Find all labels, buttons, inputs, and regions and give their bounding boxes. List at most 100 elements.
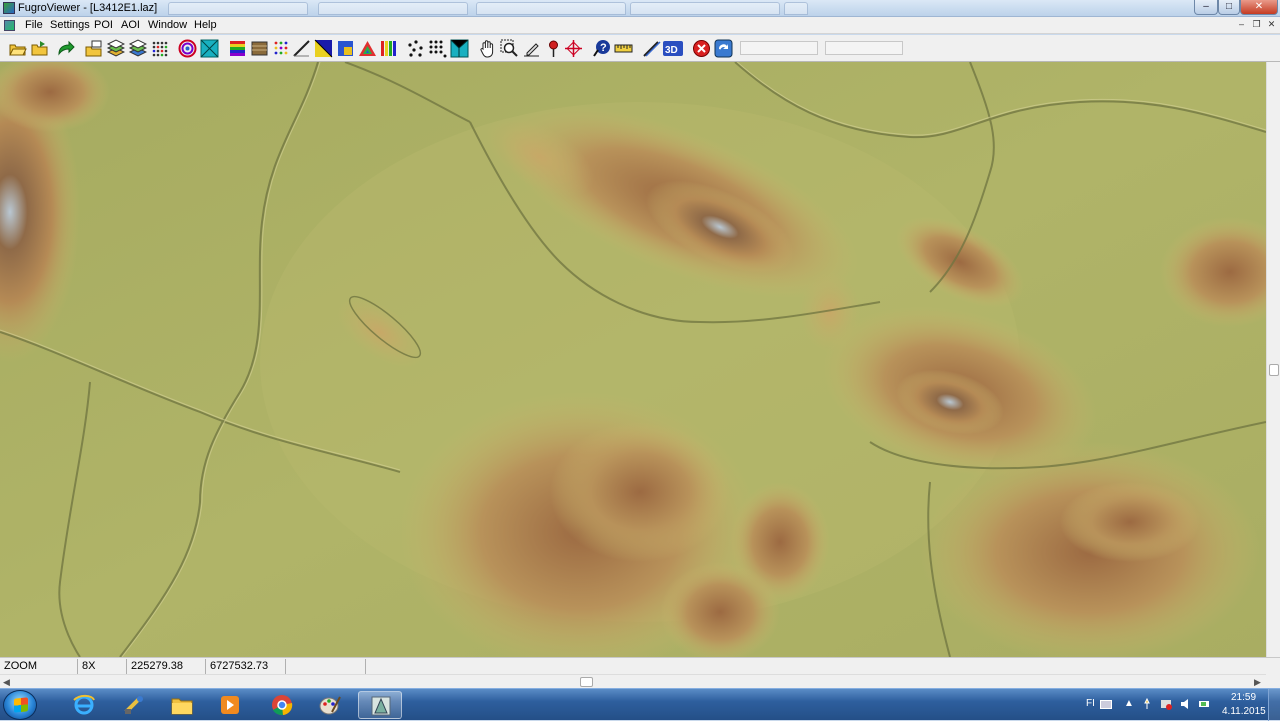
- background-window-tab: [630, 2, 780, 15]
- open-layers-icon[interactable]: [84, 39, 103, 58]
- vertical-scroll-thumb[interactable]: [1269, 364, 1279, 376]
- point-cloud-icon[interactable]: [428, 39, 447, 58]
- network-icon[interactable]: [1141, 698, 1153, 710]
- scroll-right-icon[interactable]: ▶: [1254, 677, 1261, 688]
- zoom-window-icon[interactable]: [500, 39, 519, 58]
- redo-icon[interactable]: [56, 39, 75, 58]
- measure-ruler-icon[interactable]: [614, 39, 633, 58]
- toolbar-field-1[interactable]: [740, 41, 818, 55]
- profile-line-icon[interactable]: [292, 39, 311, 58]
- background-window-tab: [318, 2, 468, 15]
- diagonal-color-icon[interactable]: [314, 39, 333, 58]
- taskbar-chrome[interactable]: [260, 691, 304, 719]
- status-extra-1: [286, 659, 366, 674]
- taskbar: FI ▲ 21:59 4.11.2015: [0, 688, 1280, 721]
- help-query-icon[interactable]: ?: [592, 39, 611, 58]
- menu-poi[interactable]: POI: [90, 19, 117, 31]
- background-window-tab: [168, 2, 308, 15]
- dots-grid-icon[interactable]: [272, 39, 291, 58]
- horizontal-scrollbar[interactable]: ◀ ▶: [0, 674, 1266, 688]
- pan-hand-icon[interactable]: [478, 39, 497, 58]
- taskbar-internet-explorer[interactable]: [62, 691, 106, 719]
- close-button[interactable]: ✕: [1240, 0, 1278, 15]
- menu-file[interactable]: File: [21, 19, 47, 31]
- stack-layers-alt-icon[interactable]: [128, 39, 147, 58]
- taskbar-file-explorer[interactable]: [160, 691, 204, 719]
- control-panel-icon: [124, 696, 143, 714]
- action-center-icon[interactable]: [1160, 698, 1172, 710]
- maximize-button[interactable]: □: [1218, 0, 1240, 15]
- paint-icon: [319, 696, 341, 715]
- start-button[interactable]: [3, 690, 37, 720]
- scroll-left-icon[interactable]: ◀: [3, 677, 10, 688]
- window-title: FugroViewer - [L3412E1.laz]: [18, 2, 158, 14]
- color-spiral-icon[interactable]: [178, 39, 197, 58]
- toolbar: ? 3D: [0, 35, 1280, 62]
- draw-line-icon[interactable]: [642, 39, 661, 58]
- view-3d-icon[interactable]: 3D: [662, 39, 684, 58]
- mdi-restore-icon[interactable]: ❐: [1250, 19, 1263, 31]
- chrome-icon: [272, 695, 293, 716]
- menu-settings[interactable]: Settings: [46, 19, 94, 31]
- stop-icon[interactable]: [692, 39, 711, 58]
- windows-logo-icon: [14, 697, 28, 713]
- stack-layers-icon[interactable]: [106, 39, 125, 58]
- clock-time[interactable]: 21:59: [1231, 692, 1256, 703]
- folder-icon: [171, 698, 193, 715]
- status-y-coordinate: 6727532.73: [206, 659, 286, 674]
- open-folder-icon[interactable]: [30, 39, 49, 58]
- svg-text:3D: 3D: [665, 45, 678, 56]
- svg-text:?: ?: [600, 42, 607, 54]
- taskbar-media-player[interactable]: [208, 691, 252, 719]
- grid-points-icon[interactable]: [150, 39, 169, 58]
- status-x-coordinate: 225279.38: [127, 659, 206, 674]
- show-desktop-button[interactable]: [1268, 689, 1280, 721]
- document-icon[interactable]: [4, 20, 15, 31]
- menu-aoi[interactable]: AOI: [117, 19, 144, 31]
- taskbar-control-panel[interactable]: [112, 691, 156, 719]
- brown-ramp-icon[interactable]: [250, 39, 269, 58]
- menu-help[interactable]: Help: [190, 19, 221, 31]
- blue-square-icon[interactable]: [336, 39, 355, 58]
- poi-pin-icon[interactable]: [544, 39, 563, 58]
- taskbar-fugroviewer[interactable]: [358, 691, 402, 719]
- status-extra-2: [366, 659, 1266, 674]
- crosshair-icon[interactable]: [564, 39, 583, 58]
- mdi-close-icon[interactable]: ✕: [1265, 19, 1278, 31]
- edit-pencil-icon[interactable]: [522, 39, 541, 58]
- triangle-color-icon[interactable]: [358, 39, 377, 58]
- app-icon: [3, 2, 15, 14]
- volume-icon[interactable]: [1180, 698, 1192, 710]
- toolbar-field-2[interactable]: [825, 41, 903, 55]
- media-player-icon: [221, 696, 239, 714]
- power-icon[interactable]: [1198, 698, 1210, 710]
- terrain-hillshade: [0, 62, 1266, 657]
- vertical-scrollbar[interactable]: [1266, 62, 1280, 657]
- horizontal-scroll-thumb[interactable]: [580, 677, 593, 687]
- menu-bar: File Settings POI AOI Window Help – ❐ ✕: [0, 17, 1280, 34]
- mdi-minimize-icon[interactable]: –: [1235, 19, 1248, 31]
- status-zoom: 8X: [78, 659, 127, 674]
- scroll-corner: [1266, 674, 1280, 688]
- scatter-dots-icon[interactable]: [406, 39, 425, 58]
- status-mode: ZOOM: [0, 659, 78, 674]
- tray-expand-icon[interactable]: ▲: [1124, 698, 1134, 709]
- background-window-tab: [476, 2, 626, 15]
- language-indicator[interactable]: FI: [1086, 698, 1095, 709]
- tin-surface-icon[interactable]: [200, 39, 219, 58]
- open-file-icon[interactable]: [8, 39, 27, 58]
- clock-date[interactable]: 4.11.2015: [1222, 706, 1266, 717]
- background-window-tab: [784, 2, 808, 15]
- tin-cyan-icon[interactable]: [450, 39, 469, 58]
- status-bar: ZOOM 8X 225279.38 6727532.73: [0, 657, 1280, 674]
- minimize-button[interactable]: –: [1194, 0, 1218, 15]
- internet-explorer-icon: [73, 694, 95, 715]
- refresh-icon[interactable]: [714, 39, 733, 58]
- taskbar-paint[interactable]: [308, 691, 352, 719]
- menu-window[interactable]: Window: [144, 19, 191, 31]
- keyboard-icon[interactable]: [1100, 700, 1112, 709]
- fugroviewer-icon: [371, 696, 391, 716]
- lidar-map-view[interactable]: [0, 62, 1266, 657]
- color-ramp-icon[interactable]: [228, 39, 247, 58]
- rainbow-bars-icon[interactable]: [380, 39, 399, 58]
